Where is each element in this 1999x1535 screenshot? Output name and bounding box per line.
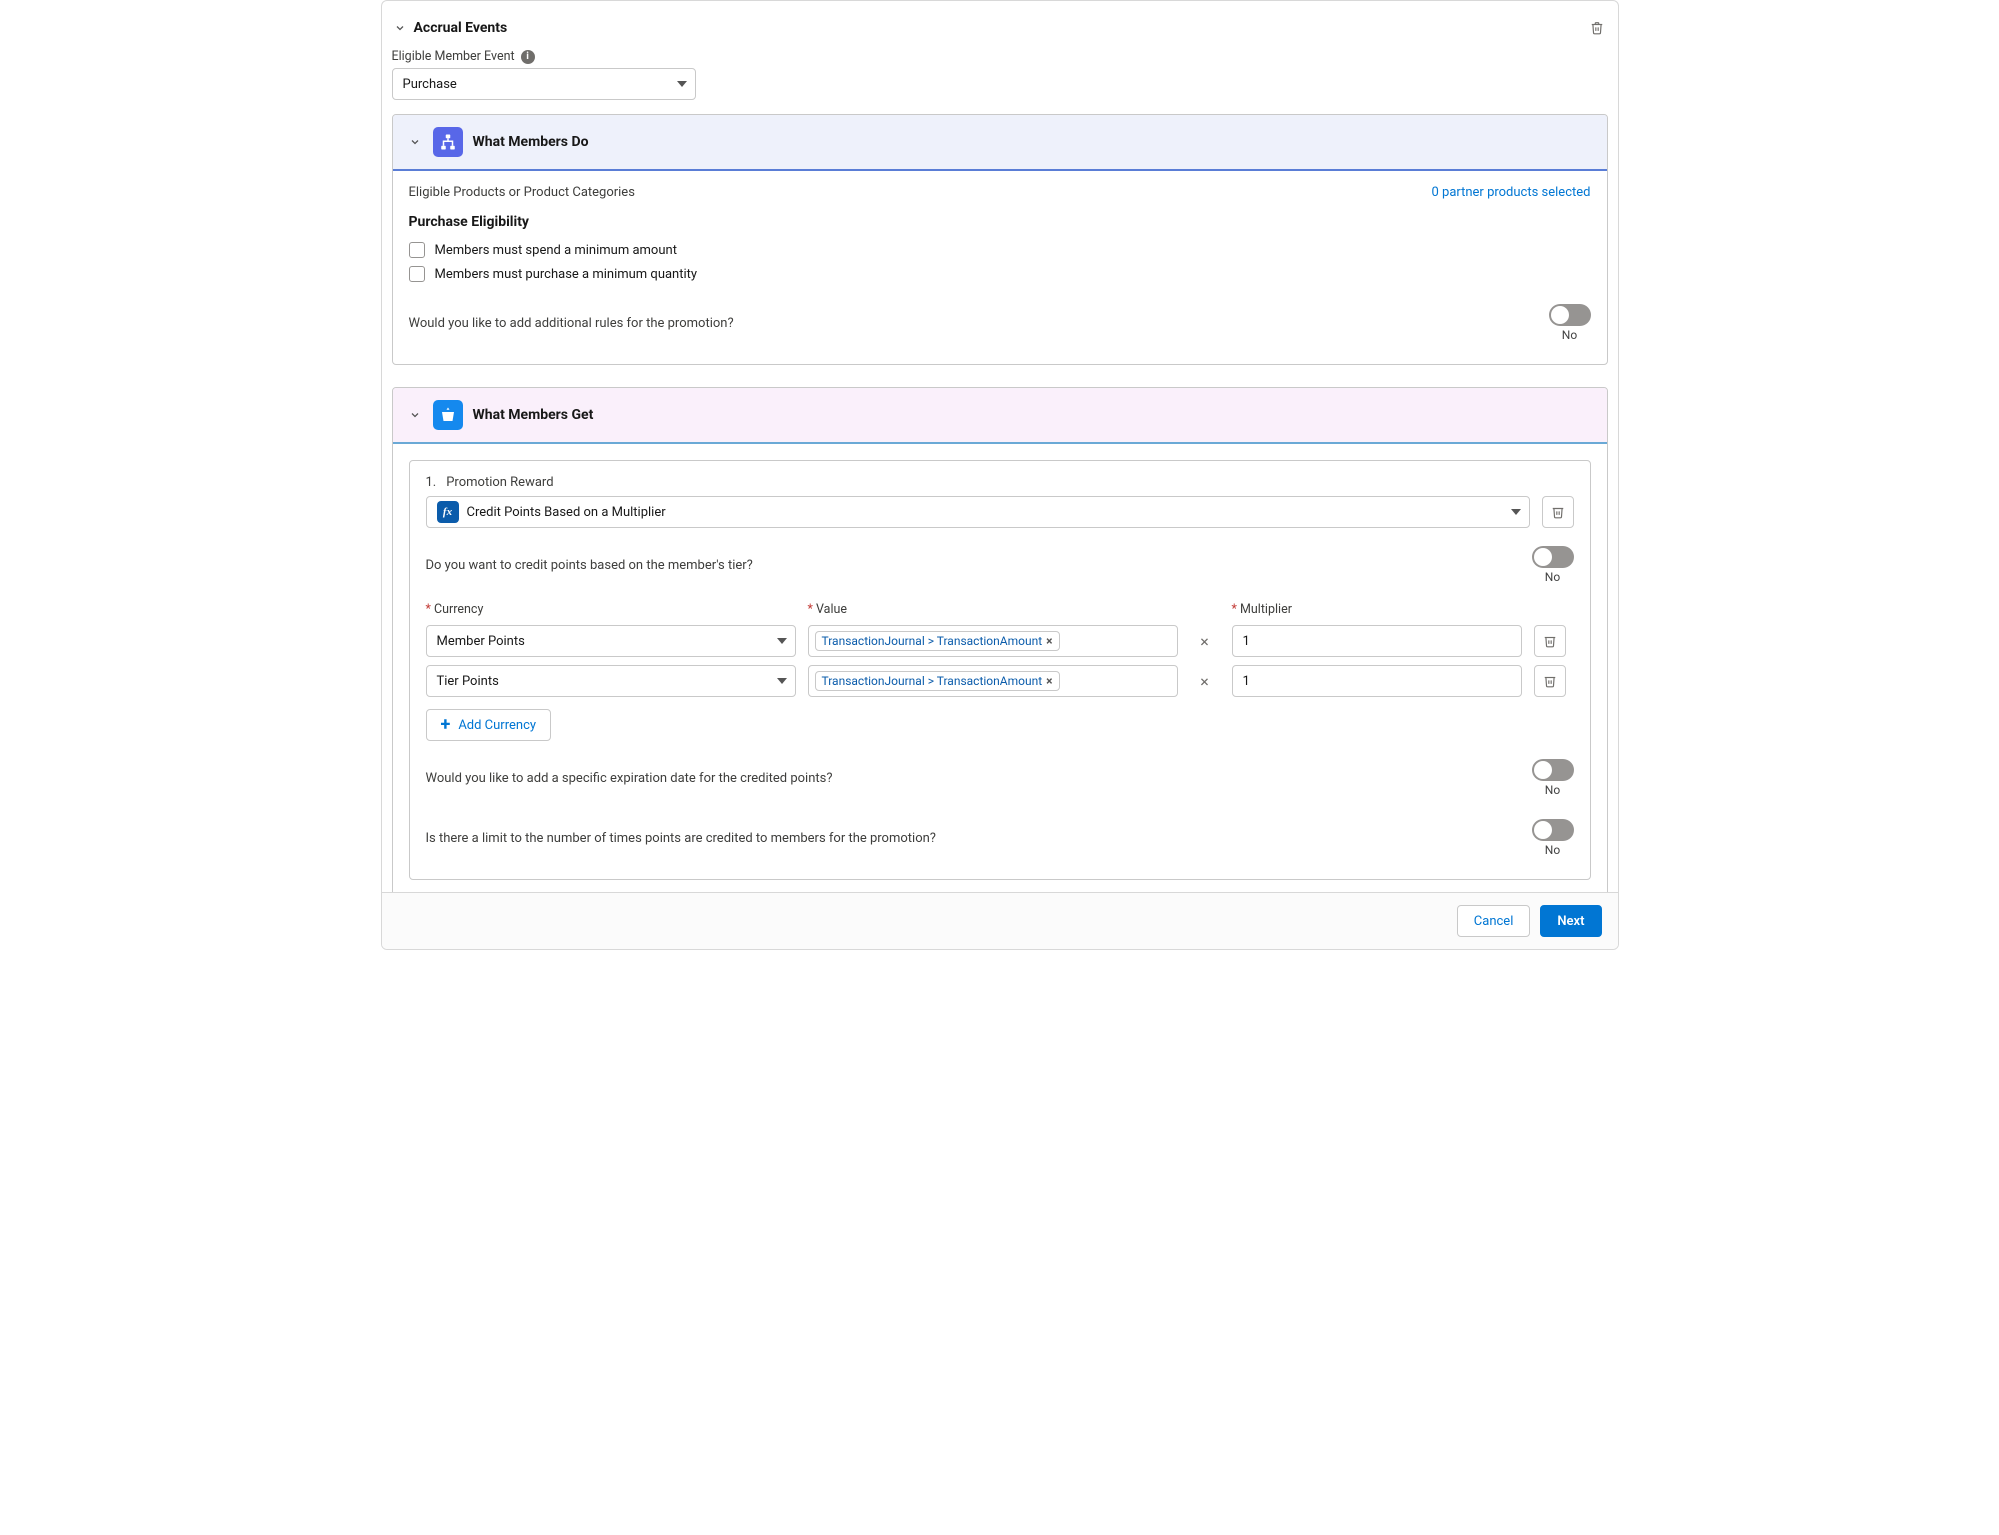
chip-remove-icon[interactable]: × <box>1046 634 1052 648</box>
chevron-down-icon <box>1511 509 1521 515</box>
limit-toggle-label: No <box>1545 843 1560 857</box>
accrual-events-header: Accrual Events <box>392 11 1608 45</box>
checkbox-min-amount[interactable] <box>409 242 425 258</box>
checkbox-min-amount-label: Members must spend a minimum amount <box>435 243 677 258</box>
formula-icon: fx <box>437 501 459 523</box>
times-icon: × <box>1190 672 1220 691</box>
tier-toggle-label: No <box>1545 570 1560 584</box>
delete-reward-button[interactable] <box>1542 496 1574 528</box>
currency-row: Tier Points TransactionJournal > Transac… <box>426 665 1574 697</box>
limit-question: Is there a limit to the number of times … <box>426 831 936 846</box>
checkbox-min-qty-label: Members must purchase a minimum quantity <box>435 267 698 282</box>
eligible-member-event-field: Eligible Member Event i Purchase <box>392 45 1608 108</box>
purchase-eligibility-title: Purchase Eligibility <box>409 214 1591 230</box>
next-button[interactable]: Next <box>1540 905 1601 937</box>
add-currency-button[interactable]: + Add Currency <box>426 709 552 741</box>
tier-toggle[interactable] <box>1532 546 1574 568</box>
reward-icon <box>433 400 463 430</box>
expiration-toggle-label: No <box>1545 783 1560 797</box>
value-input[interactable]: TransactionJournal > TransactionAmount × <box>808 665 1178 697</box>
multiplier-input[interactable]: 1 <box>1232 625 1522 657</box>
currency-header: Currency <box>434 602 483 617</box>
what-members-get-header[interactable]: What Members Get <box>393 388 1607 444</box>
multiplier-input[interactable]: 1 <box>1232 665 1522 697</box>
what-members-do-header[interactable]: What Members Do <box>393 115 1607 171</box>
eligible-member-event-value: Purchase <box>403 77 457 92</box>
plus-icon: + <box>441 716 451 734</box>
expiration-toggle[interactable] <box>1532 759 1574 781</box>
value-chip-text: TransactionJournal > TransactionAmount <box>822 674 1043 688</box>
footer: Cancel Next <box>382 892 1618 949</box>
multiplier-value: 1 <box>1243 634 1250 649</box>
what-members-do-title: What Members Do <box>473 134 589 150</box>
currency-value: Member Points <box>437 634 525 649</box>
value-chip[interactable]: TransactionJournal > TransactionAmount × <box>815 671 1060 691</box>
value-input[interactable]: TransactionJournal > TransactionAmount × <box>808 625 1178 657</box>
partner-products-link[interactable]: 0 partner products selected <box>1431 185 1590 200</box>
what-members-get-panel: What Members Get 1. Promotion Reward fx … <box>392 387 1608 892</box>
additional-rules-question: Would you like to add additional rules f… <box>409 316 734 331</box>
hierarchy-icon <box>433 127 463 157</box>
chevron-down-icon[interactable] <box>407 134 423 150</box>
currency-select[interactable]: Member Points <box>426 625 796 657</box>
value-chip[interactable]: TransactionJournal > TransactionAmount × <box>815 631 1060 651</box>
currency-value: Tier Points <box>437 674 499 689</box>
reward-type-value: Credit Points Based on a Multiplier <box>467 505 666 520</box>
value-chip-text: TransactionJournal > TransactionAmount <box>822 634 1043 648</box>
chevron-down-icon[interactable] <box>392 20 408 36</box>
currency-select[interactable]: Tier Points <box>426 665 796 697</box>
add-currency-label: Add Currency <box>458 718 536 733</box>
cancel-button[interactable]: Cancel <box>1457 905 1531 937</box>
content-scroll[interactable]: Accrual Events Eligible Member Event i P… <box>382 1 1618 892</box>
value-header: Value <box>816 602 847 617</box>
expiration-question: Would you like to add a specific expirat… <box>426 771 833 786</box>
tier-question: Do you want to credit points based on th… <box>426 558 753 573</box>
accrual-events-title: Accrual Events <box>414 20 508 36</box>
what-members-get-title: What Members Get <box>473 407 594 423</box>
eligible-member-event-label: Eligible Member Event <box>392 49 515 64</box>
chevron-down-icon <box>677 81 687 87</box>
chevron-down-icon <box>777 638 787 644</box>
reward-label: Promotion Reward <box>446 475 553 490</box>
limit-toggle[interactable] <box>1532 819 1574 841</box>
chip-remove-icon[interactable]: × <box>1046 674 1052 688</box>
multiplier-header: Multiplier <box>1240 602 1292 617</box>
additional-rules-toggle[interactable] <box>1549 304 1591 326</box>
multiplier-value: 1 <box>1243 674 1250 689</box>
chevron-down-icon[interactable] <box>407 407 423 423</box>
app-window: Accrual Events Eligible Member Event i P… <box>381 0 1619 950</box>
reward-index: 1. <box>426 475 437 490</box>
times-icon: × <box>1190 632 1220 651</box>
checkbox-min-qty[interactable] <box>409 266 425 282</box>
delete-row-button[interactable] <box>1534 665 1566 697</box>
reward-type-select[interactable]: fx Credit Points Based on a Multiplier <box>426 496 1530 528</box>
chevron-down-icon <box>777 678 787 684</box>
eligible-products-label: Eligible Products or Product Categories <box>409 185 635 200</box>
reward-card: 1. Promotion Reward fx Credit Points Bas… <box>409 460 1591 880</box>
currency-row: Member Points TransactionJournal > Trans… <box>426 625 1574 657</box>
what-members-do-panel: What Members Do Eligible Products or Pro… <box>392 114 1608 365</box>
additional-rules-toggle-label: No <box>1562 328 1577 342</box>
delete-row-button[interactable] <box>1534 625 1566 657</box>
eligible-member-event-select[interactable]: Purchase <box>392 68 696 100</box>
delete-accrual-button[interactable] <box>1586 17 1608 39</box>
info-icon[interactable]: i <box>521 50 535 64</box>
